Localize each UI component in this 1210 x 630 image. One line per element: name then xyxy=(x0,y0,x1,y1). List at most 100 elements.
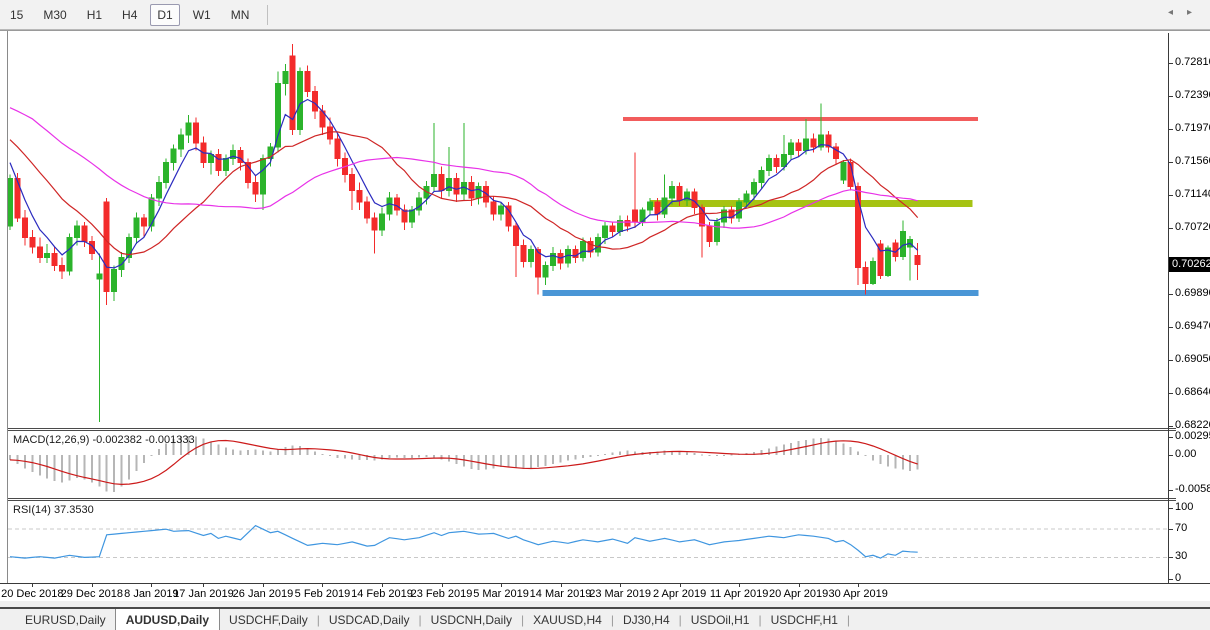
date-label: 14 Mar 2019 xyxy=(530,588,592,600)
candle-body xyxy=(841,163,846,180)
main-price-chart[interactable] xyxy=(8,33,1168,428)
tab-scroll-arrows: ◂▸ xyxy=(1168,7,1206,18)
chart-tab-xauusd-h4[interactable]: XAUUSD,H4 xyxy=(524,609,611,630)
date-label: 26 Jan 2019 xyxy=(233,588,294,600)
axis-tick xyxy=(1169,557,1173,558)
macd-histogram-bar xyxy=(31,455,33,472)
candle-body xyxy=(900,231,905,256)
timeframe-button-w1[interactable]: W1 xyxy=(186,4,218,26)
price-axis[interactable]: 0.728100.723900.719700.715600.711400.707… xyxy=(1168,33,1210,583)
axis-tick xyxy=(1169,63,1173,64)
timeframe-button-mn[interactable]: MN xyxy=(224,4,257,26)
macd-histogram-bar xyxy=(143,455,145,463)
pane-separator[interactable] xyxy=(8,428,1176,429)
macd-histogram-bar xyxy=(269,451,271,455)
candle-body xyxy=(313,91,318,111)
axis-tick xyxy=(1169,327,1173,328)
resistance-line[interactable] xyxy=(623,117,978,121)
candle-body xyxy=(759,171,764,183)
date-axis[interactable]: 20 Dec 201829 Dec 20188 Jan 201917 Jan 2… xyxy=(0,583,1210,602)
macd-histogram-bar xyxy=(820,438,822,455)
axis-tick xyxy=(1169,529,1173,530)
chart-frame-top xyxy=(0,30,1210,31)
macd-histogram-bar xyxy=(470,455,472,469)
date-label: 5 Feb 2019 xyxy=(295,588,351,600)
date-tick xyxy=(32,584,33,587)
macd-histogram-bar xyxy=(441,455,443,459)
timeframe-button-h4[interactable]: H4 xyxy=(115,4,144,26)
candle-body xyxy=(380,214,385,230)
macd-histogram-bar xyxy=(775,446,777,455)
support-line[interactable] xyxy=(543,290,979,296)
candle-body xyxy=(885,248,890,276)
macd-histogram-bar xyxy=(411,455,413,458)
macd-histogram-bar xyxy=(902,455,904,470)
macd-histogram-bar xyxy=(731,454,733,455)
date-label: 30 Apr 2019 xyxy=(828,588,887,600)
macd-histogram-bar xyxy=(150,455,152,456)
chart-tab-usdcad-daily[interactable]: USDCAD,Daily xyxy=(320,609,419,630)
mt4-window: 15M30H1H4D1W1MN ▲AUDUSD,Daily 0.70372 0.… xyxy=(0,0,1210,630)
candle-body xyxy=(670,186,675,198)
axis-tick xyxy=(1169,393,1173,394)
current-price-badge: 0.70262 xyxy=(1169,257,1210,272)
macd-histogram-bar xyxy=(783,445,785,455)
timeframe-button-h1[interactable]: H1 xyxy=(80,4,109,26)
chart-tab-usdcnh-daily[interactable]: USDCNH,Daily xyxy=(422,609,521,630)
candle-body xyxy=(543,265,548,277)
candle-body xyxy=(60,265,65,271)
macd-histogram-bar xyxy=(545,455,547,466)
chart-tab-usdchf-h1[interactable]: USDCHF,H1 xyxy=(762,609,847,630)
tab-scroll-left-icon[interactable]: ◂ xyxy=(1168,7,1187,18)
macd-histogram-bar xyxy=(217,445,219,455)
rsi-line xyxy=(10,526,918,559)
timeframe-button-m30[interactable]: M30 xyxy=(36,4,73,26)
price-axis-label: 0.72390 xyxy=(1175,89,1210,101)
candle-body xyxy=(402,210,407,222)
axis-tick xyxy=(1169,508,1173,509)
macd-histogram-bar xyxy=(336,455,338,458)
tab-spacer xyxy=(0,609,16,630)
price-axis-label: 0.71560 xyxy=(1175,155,1210,167)
macd-histogram-bar xyxy=(560,455,562,462)
chart-tab-dj30-h4[interactable]: DJ30,H4 xyxy=(614,609,679,630)
candle-body xyxy=(171,149,176,162)
date-label: 14 Feb 2019 xyxy=(351,588,413,600)
rsi-indicator-pane[interactable] xyxy=(8,501,1168,583)
macd-histogram-bar xyxy=(463,455,465,467)
date-tick xyxy=(442,584,443,587)
macd-histogram-bar xyxy=(827,439,829,455)
candle-body xyxy=(357,190,362,202)
rsi-axis-label: 30 xyxy=(1175,550,1187,562)
macd-histogram-bar xyxy=(388,455,390,458)
macd-histogram-bar xyxy=(507,455,509,467)
macd-histogram-bar xyxy=(619,451,621,455)
macd-histogram-bar xyxy=(240,451,242,455)
macd-histogram-bar xyxy=(61,455,63,482)
candle-body xyxy=(52,254,57,266)
axis-tick xyxy=(1169,426,1173,427)
candle-body xyxy=(603,226,608,238)
candle-body xyxy=(804,139,809,151)
candle-body xyxy=(45,254,50,258)
chart-tab-usdchf-daily[interactable]: USDCHF,Daily xyxy=(220,609,317,630)
price-axis-label: 0.72810 xyxy=(1175,56,1210,68)
macd-histogram-bar xyxy=(121,455,123,487)
candle-body xyxy=(194,123,199,143)
candle-body xyxy=(394,198,399,210)
date-tick xyxy=(382,584,383,587)
timeframe-button-15[interactable]: 15 xyxy=(3,4,30,26)
macd-histogram-bar xyxy=(604,454,606,455)
candle-body xyxy=(253,182,258,194)
timeframe-button-d1[interactable]: D1 xyxy=(150,4,179,26)
tab-scroll-right-icon[interactable]: ▸ xyxy=(1187,7,1206,18)
macd-histogram-bar xyxy=(552,455,554,464)
macd-histogram-bar xyxy=(433,455,435,457)
macd-histogram-bar xyxy=(128,455,130,479)
date-tick xyxy=(501,584,502,587)
chart-tab-usdoil-h1[interactable]: USDOil,H1 xyxy=(682,609,759,630)
chart-tab-audusd-daily[interactable]: AUDUSD,Daily xyxy=(115,609,220,630)
chart-tab-eurusd-daily[interactable]: EURUSD,Daily xyxy=(16,609,115,630)
macd-histogram-bar xyxy=(894,455,896,468)
pane-separator[interactable] xyxy=(8,498,1176,499)
